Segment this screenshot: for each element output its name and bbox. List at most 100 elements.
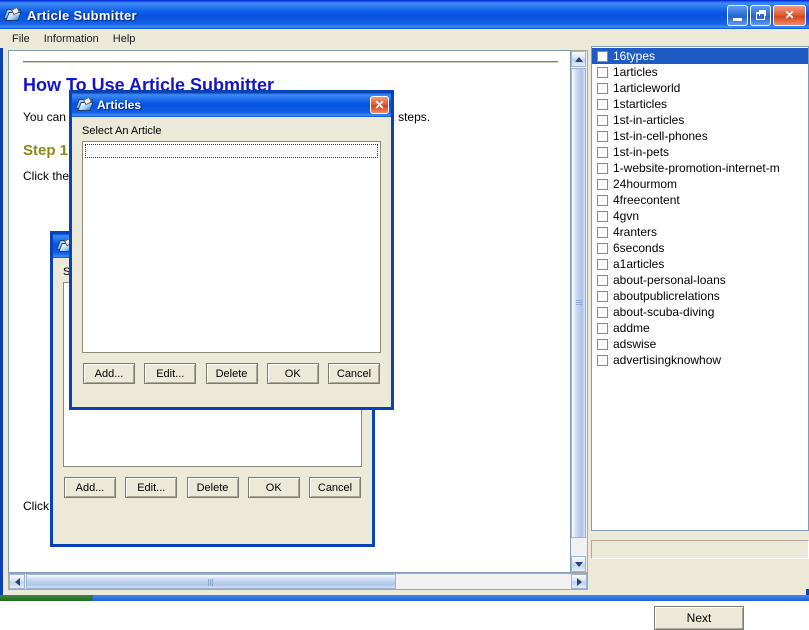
close-icon[interactable]: ✕ [370,96,389,114]
menu-item-file[interactable]: File [5,31,37,47]
site-list-item[interactable]: 1-website-promotion-internet-m [592,160,808,176]
start-button[interactable] [0,595,93,601]
checkbox-icon[interactable] [597,210,608,222]
next-button[interactable]: Next [654,606,744,630]
checkbox-icon[interactable] [597,146,608,158]
window-controls: ✕ [727,4,806,26]
delete-button[interactable]: Delete [186,477,239,498]
site-list-item-label: 1st-in-articles [613,113,685,127]
ok-button[interactable]: OK [266,363,319,384]
cancel-button[interactable]: Cancel [328,363,380,384]
menu-item-information[interactable]: Information [37,31,106,47]
ok-button[interactable]: OK [247,477,300,498]
site-list-item[interactable]: 1articleworld [592,80,808,96]
checkbox-icon[interactable] [597,274,608,286]
checkbox-icon[interactable] [597,82,608,94]
site-list-item[interactable]: 1articles [592,64,808,80]
checkbox-icon[interactable] [597,66,608,78]
checkbox-icon[interactable] [597,130,608,142]
vertical-scroll-thumb[interactable] [571,68,586,538]
site-list-item-label: 1st-in-cell-phones [613,129,708,143]
listbox-focus-item[interactable] [85,144,378,158]
site-list-item-label: advertisingknowhow [613,353,722,367]
site-list-item[interactable]: about-personal-loans [592,272,808,288]
edit-button[interactable]: Edit... [125,477,178,498]
site-checkbox-list[interactable]: 16types 1articles 1articleworld 1starticles… [591,46,809,531]
checkbox-icon[interactable] [597,338,608,350]
site-list-item-label: 1-website-promotion-internet-m [613,161,780,175]
site-list-item-label: 4freecontent [613,193,680,207]
site-list-item[interactable]: 4freecontent [592,192,808,208]
cancel-button[interactable]: Cancel [309,477,361,498]
site-list-item[interactable]: 1st-in-pets [592,144,808,160]
articles-dialog: Articles ✕ Select An Article Add... Edit… [69,90,394,410]
site-list-item[interactable]: 6seconds [592,240,808,256]
document-vertical-scrollbar[interactable] [571,50,588,573]
scroll-left-arrow[interactable] [9,574,25,589]
dialog-button-row: Add... Edit... Delete OK Cancel [63,467,362,498]
site-list-item[interactable]: 24hourmom [592,176,808,192]
restore-icon[interactable] [750,4,771,26]
checkbox-icon[interactable] [597,114,608,126]
add-button[interactable]: Add... [64,477,116,498]
site-list-item-label: aboutpublicrelations [613,289,720,303]
site-list-item[interactable]: a1articles [592,256,808,272]
edit-button[interactable]: Edit... [144,363,197,384]
site-list-item-label: 6seconds [613,241,665,255]
checkbox-icon[interactable] [597,322,608,334]
taskbar [0,595,809,601]
dialog-titlebar: Articles ✕ [72,93,391,117]
checkbox-icon[interactable] [597,178,608,190]
scroll-up-arrow[interactable] [571,51,586,67]
scroll-right-arrow[interactable] [571,574,587,589]
dialog-body: Select An Article Add... Edit... Delete … [72,117,391,384]
checkbox-icon[interactable] [597,226,608,238]
checkbox-icon[interactable] [597,162,608,174]
site-list-item-label: adswise [613,337,657,351]
document-horizontal-scrollbar[interactable] [8,573,588,590]
document-divider [23,61,558,63]
close-icon[interactable]: ✕ [773,4,806,26]
site-list-item-label: 4ranters [613,225,658,239]
add-button[interactable]: Add... [83,363,135,384]
site-list-item-label: 1starticles [613,97,668,111]
site-list-item-label: 1articleworld [613,81,681,95]
site-list-panel: 16types 1articles 1articleworld 1starticles… [591,46,809,630]
site-list-item[interactable]: 1st-in-cell-phones [592,128,808,144]
site-list-item[interactable]: addme [592,320,808,336]
checkbox-icon[interactable] [597,290,608,302]
checkbox-icon[interactable] [597,50,608,62]
scroll-grip-icon [576,300,583,306]
site-list-item[interactable]: 16types [592,48,808,64]
site-list-item[interactable]: 4ranters [592,224,808,240]
dialog-label: Select An Article [82,125,162,137]
site-list-item[interactable]: 4gvn [592,208,808,224]
delete-button[interactable]: Delete [205,363,258,384]
scroll-down-arrow[interactable] [571,556,586,572]
checkbox-icon[interactable] [597,98,608,110]
application-window: Article Submitter ✕ File Information Hel… [0,0,809,630]
site-list-item-label: addme [613,321,650,335]
site-list-item[interactable]: 1st-in-articles [592,112,808,128]
site-list-item[interactable]: advertisingknowhow [592,352,808,368]
minimize-icon[interactable] [727,4,748,26]
site-list-item-label: about-scuba-diving [613,305,715,319]
article-listbox[interactable] [82,141,381,353]
site-list-item[interactable]: 1starticles [592,96,808,112]
horizontal-scroll-thumb[interactable] [26,574,396,589]
menu-item-help[interactable]: Help [106,31,143,47]
site-list-item[interactable]: adswise [592,336,808,352]
site-list-item[interactable]: aboutpublicrelations [592,288,808,304]
site-list-item-label: 1st-in-pets [613,145,670,159]
site-status-field [591,540,809,559]
checkbox-icon[interactable] [597,354,608,366]
book-icon [2,6,22,24]
checkbox-icon[interactable] [597,194,608,206]
site-list-item-label: a1articles [613,257,665,271]
dialog-button-row: Add... Edit... Delete OK Cancel [82,353,381,384]
checkbox-icon[interactable] [597,258,608,270]
site-list-item[interactable]: about-scuba-diving [592,304,808,320]
dialog-title: Articles [97,98,142,112]
checkbox-icon[interactable] [597,306,608,318]
checkbox-icon[interactable] [597,242,608,254]
